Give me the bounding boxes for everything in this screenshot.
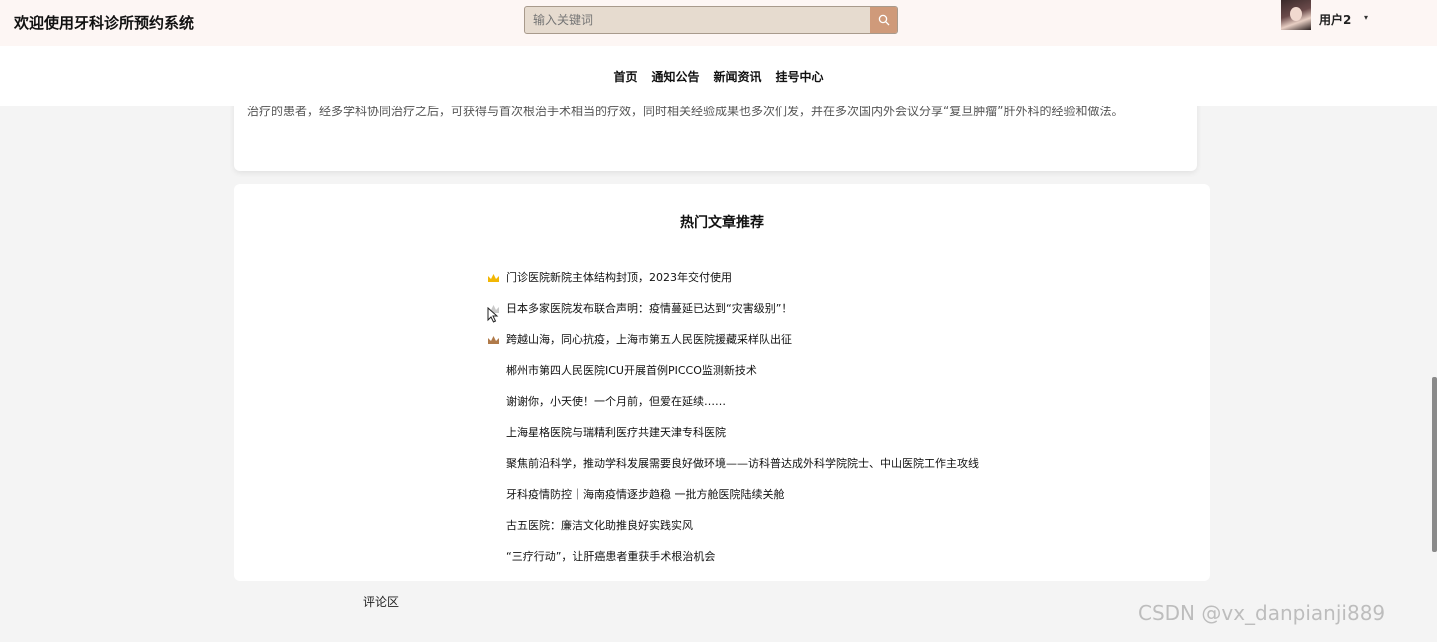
top-header: 欢迎使用牙科诊所预约系统 用户2 ▾ <box>0 0 1437 46</box>
hot-article-title: 日本多家医院发布联合声明：疫情蔓延已达到“灾害级别”！ <box>506 302 793 315</box>
hot-article-item[interactable]: 谢谢你，小天使！一个月前，但爱在延续…… <box>484 394 979 425</box>
user-name[interactable]: 用户2 <box>1319 11 1351 28</box>
hot-article-title: 跨越山海，同心抗疫，上海市第五人民医院援藏采样队出征 <box>506 333 792 346</box>
scrollbar-thumb[interactable] <box>1432 377 1437 552</box>
hot-article-title: “三疗行动”，让肝癌患者重获手术根治机会 <box>506 550 716 563</box>
main-nav: 首页 通知公告 新闻资讯 挂号中心 <box>0 46 1437 106</box>
hot-article-item[interactable]: “三疗行动”，让肝癌患者重获手术根治机会 <box>484 549 979 580</box>
bronze-crown-icon <box>488 336 499 344</box>
avatar[interactable] <box>1281 0 1311 30</box>
nav-item-notices[interactable]: 通知公告 <box>651 68 699 85</box>
hot-article-item[interactable]: 上海星格医院与瑞精利医疗共建天津专科医院 <box>484 425 979 456</box>
hot-article-item[interactable]: 聚焦前沿科学，推动学科发展需要良好做环境——访科普达成外科学院院士、中山医院工作… <box>484 456 979 487</box>
hot-article-item[interactable]: 日本多家医院发布联合声明：疫情蔓延已达到“灾害级别”！ <box>484 301 979 332</box>
comment-section-label: 评论区 <box>363 595 400 609</box>
hot-article-title: 上海星格医院与瑞精利医疗共建天津专科医院 <box>506 426 726 439</box>
hot-article-title: 古五医院：廉洁文化助推良好实践实风 <box>506 519 693 532</box>
site-title: 欢迎使用牙科诊所预约系统 <box>14 14 195 32</box>
hot-articles-card: 热门文章推荐 门诊医院新院主体结构封顶，2023年交付使用 日本多家医院发布联合… <box>234 184 1210 581</box>
search-button[interactable] <box>870 7 897 33</box>
hot-article-item[interactable]: 牙科疫情防控｜海南疫情逐步趋稳 一批方舱医院陆续关舱 <box>484 487 979 518</box>
hot-article-title: 郴州市第四人民医院ICU开展首例PICCO监测新技术 <box>506 364 757 377</box>
hot-article-item[interactable]: 郴州市第四人民医院ICU开展首例PICCO监测新技术 <box>484 363 979 394</box>
hot-article-item[interactable]: 门诊医院新院主体结构封顶，2023年交付使用 <box>484 270 979 301</box>
hot-article-item[interactable]: 古五医院：廉洁文化助推良好实践实风 <box>484 518 979 549</box>
hot-article-title: 门诊医院新院主体结构封顶，2023年交付使用 <box>506 271 732 284</box>
hot-article-title: 谢谢你，小天使！一个月前，但爱在延续…… <box>506 395 726 408</box>
mouse-cursor-icon <box>487 307 499 323</box>
nav-item-home[interactable]: 首页 <box>613 68 637 85</box>
gold-crown-icon <box>488 274 499 282</box>
search-input[interactable] <box>525 7 871 33</box>
watermark: CSDN @vx_danpianji889 <box>1138 601 1386 625</box>
search-icon <box>878 14 889 26</box>
hot-articles-list: 门诊医院新院主体结构封顶，2023年交付使用 日本多家医院发布联合声明：疫情蔓延… <box>484 270 979 580</box>
hot-article-title: 牙科疫情防控｜海南疫情逐步趋稳 一批方舱医院陆续关舱 <box>506 488 785 501</box>
nav-item-registration[interactable]: 挂号中心 <box>776 68 824 85</box>
nav-item-news[interactable]: 新闻资讯 <box>714 68 762 85</box>
hot-article-title: 聚焦前沿科学，推动学科发展需要良好做环境——访科普达成外科学院院士、中山医院工作… <box>506 457 979 470</box>
hot-articles-title: 热门文章推荐 <box>680 215 764 231</box>
search-box <box>524 6 898 34</box>
hot-article-item[interactable]: 跨越山海，同心抗疫，上海市第五人民医院援藏采样队出征 <box>484 332 979 363</box>
chevron-down-icon[interactable]: ▾ <box>1364 13 1368 22</box>
